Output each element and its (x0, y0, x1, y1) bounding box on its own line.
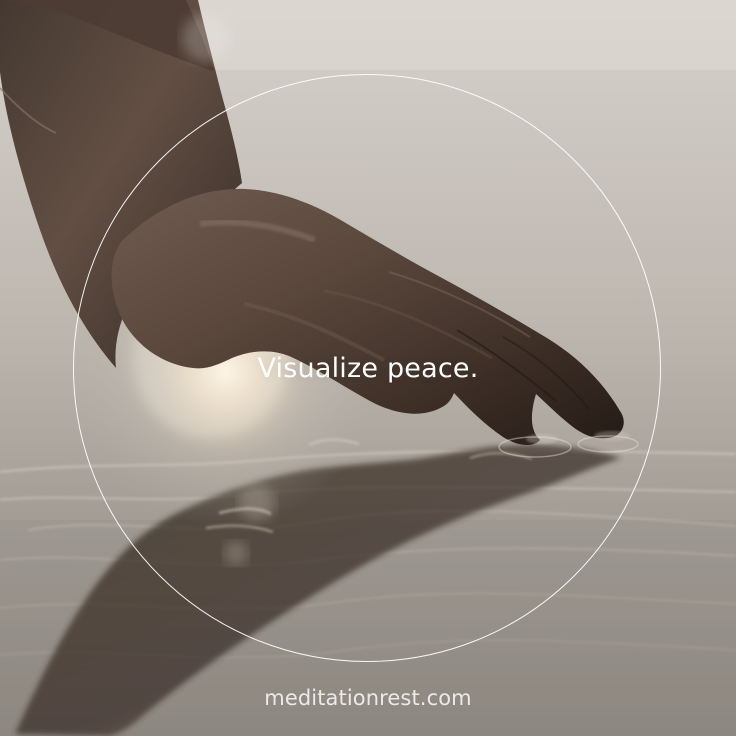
headline-text: Visualize peace. (257, 353, 479, 384)
website-text: meditationrest.com (264, 686, 472, 710)
poster: Visualize peace. meditationrest.com (0, 0, 736, 736)
